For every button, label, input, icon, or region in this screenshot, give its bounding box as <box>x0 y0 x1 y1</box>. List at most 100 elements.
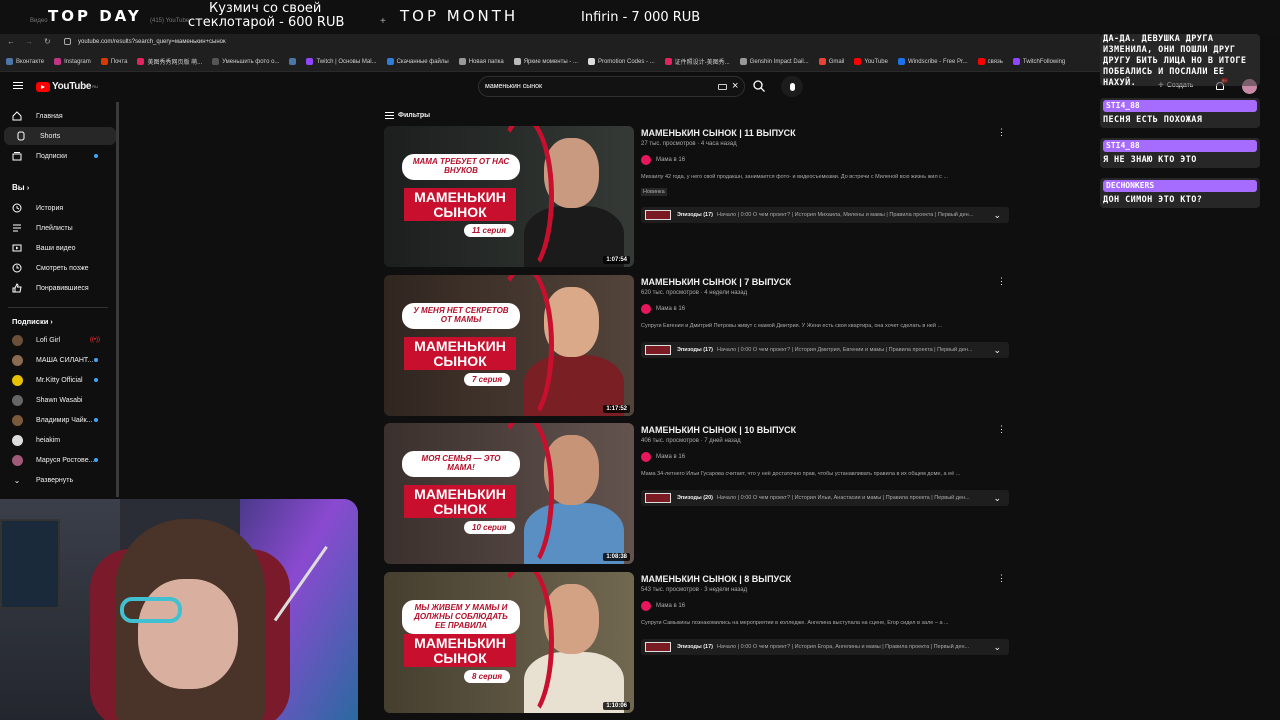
episodes-bar[interactable]: Эпизоды (17) Начало | 0:00 О чем проект?… <box>641 342 1009 358</box>
episodes-bar[interactable]: Эпизоды (17) Начало | 0:00 О чем проект?… <box>641 639 1009 655</box>
expand-subscriptions-button[interactable]: ⌄ Развернуть <box>0 471 112 489</box>
video-title[interactable]: МАМЕНЬКИН СЫНОК | 10 ВЫПУСК <box>641 425 1011 435</box>
bookmark-item[interactable]: Новая папка <box>458 58 504 65</box>
bookmark-favicon-icon <box>100 58 108 65</box>
search-input[interactable]: маменькин сынок <box>485 83 542 90</box>
bookmark-label: Уменьшить фото о... <box>222 58 280 65</box>
sidebar-item[interactable]: МАША СИЛАНТ... <box>0 351 112 369</box>
sidebar-item[interactable]: История <box>0 199 112 217</box>
sidebar-item-label: Главная <box>36 112 63 120</box>
channel-link[interactable]: Мама в 16 <box>641 452 1011 462</box>
sidebar-item[interactable]: Mr.Kitty Official <box>0 371 112 389</box>
video-title[interactable]: МАМЕНЬКИН СЫНОК | 8 ВЫПУСК <box>641 574 1011 584</box>
sidebar-item[interactable]: Shorts <box>4 127 116 145</box>
episodes-bar[interactable]: Эпизоды (20) Начало | 0:00 О чем проект?… <box>641 490 1009 506</box>
sidebar-item[interactable]: Ваши видео <box>0 239 112 257</box>
bookmark-item[interactable]: связь <box>977 58 1003 65</box>
browser-tab[interactable]: Видео <box>30 18 145 30</box>
chevron-right-icon: › <box>50 319 53 326</box>
subscriptions-section-heading[interactable]: Подписки › <box>12 317 53 326</box>
channel-link[interactable]: Мама в 16 <box>641 155 1011 165</box>
bookmark-item[interactable]: 美图秀秀网页版 萌... <box>137 57 202 66</box>
bookmark-item[interactable]: Вконтакте <box>6 58 44 65</box>
sidebar-item[interactable]: Плейлисты <box>0 219 112 237</box>
url-field[interactable]: youtube.com/results?search_query=маменьк… <box>78 39 226 45</box>
more-actions-icon[interactable]: ⋮ <box>997 424 1006 435</box>
playlists-icon <box>11 222 23 234</box>
sidebar-item[interactable]: Смотреть позже <box>0 259 112 277</box>
bookmark-item[interactable]: Genshin Impact Dail... <box>739 58 809 65</box>
episodes-chapters: Начало | 0:00 О чем проект? | История Ми… <box>717 212 974 218</box>
channel-avatar <box>641 304 651 314</box>
sidebar-item[interactable]: Lofi Girl ((•)) <box>0 331 112 349</box>
back-icon[interactable]: ← <box>7 37 15 46</box>
bookmark-label: Вконтакте <box>16 58 45 65</box>
bookmark-label: Почта <box>110 58 128 65</box>
bookmark-item[interactable]: Promotion Codes - ... <box>587 58 655 65</box>
bookmark-item[interactable]: 证件照设计-美图秀... <box>664 57 730 66</box>
video-meta: 543 тыс. просмотров · 3 недели назад <box>641 587 748 593</box>
browser-tab-active[interactable]: (415) YouTube <box>150 18 370 30</box>
channel-link[interactable]: Мама в 16 <box>641 601 1011 611</box>
bookmark-item[interactable]: YouTube <box>854 58 888 65</box>
menu-icon[interactable] <box>13 82 23 89</box>
episodes-bar[interactable]: Эпизоды (17) Начало | 0:00 О чем проект?… <box>641 207 1009 223</box>
video-thumbnail[interactable]: МОЯ СЕМЬЯ — ЭТО МАМА! МАМЕНЬКИН СЫНОК 10… <box>384 423 634 564</box>
bookmark-item[interactable]: Почта <box>100 58 128 65</box>
sidebar-item[interactable]: Главная <box>0 107 112 125</box>
youtube-logo[interactable]: YouTube RU <box>36 81 98 92</box>
bookmark-item[interactable]: Windscribe - Free Pr... <box>897 58 968 65</box>
bookmark-item[interactable] <box>289 58 297 65</box>
video-title[interactable]: МАМЕНЬКИН СЫНОК | 7 ВЫПУСК <box>641 277 1011 287</box>
forward-icon[interactable]: → <box>25 37 33 46</box>
chat-message-text: ДА-ДА. ДЕВУШКА ДРУГА <box>1103 34 1214 44</box>
episode-thumbnail <box>645 345 671 355</box>
voice-search-button[interactable] <box>781 76 803 97</box>
bookmark-item[interactable]: Яркие моменты - ... <box>513 58 578 65</box>
bookmark-item[interactable]: Twitch | Основы Маl... <box>306 58 377 65</box>
you-section-heading[interactable]: Вы › <box>12 183 29 192</box>
search-icon <box>753 80 765 92</box>
youtube-play-icon <box>36 81 50 92</box>
bookmark-item[interactable]: Instagram <box>54 58 91 65</box>
sidebar-item[interactable]: Владимир Чайк... <box>0 411 112 429</box>
tab-title: Видео <box>30 18 48 24</box>
chevron-down-icon: ⌄ <box>993 209 1001 220</box>
bookmarks-bar: Вконтакте Instagram Почта 美图秀秀网页版 萌... Умень… <box>0 52 1100 72</box>
bookmark-item[interactable]: Уменьшить фото о... <box>212 58 279 65</box>
more-actions-icon[interactable]: ⋮ <box>997 276 1006 287</box>
sidebar-item[interactable]: Shawn Wasabi <box>0 391 112 409</box>
bookmark-item[interactable]: Скачанные файлы <box>386 58 449 65</box>
chevron-down-icon: ⌄ <box>993 492 1001 503</box>
bookmark-item[interactable]: TwitchFollowing <box>1012 58 1065 65</box>
video-thumbnail[interactable]: МЫ ЖИВЕМ У МАМЫ И ДОЛЖНЫ СОБЛЮДАТЬ ЕЕ ПР… <box>384 572 634 713</box>
filters-button[interactable]: Фильтры <box>385 112 430 119</box>
new-tab-icon[interactable]: + <box>380 16 386 27</box>
search-button[interactable] <box>752 79 768 95</box>
history-icon <box>11 202 23 214</box>
more-actions-icon[interactable]: ⋮ <box>997 573 1006 584</box>
sidebar-item[interactable]: Подписки <box>0 147 112 165</box>
keyboard-icon[interactable] <box>718 84 727 90</box>
thumbnail-show-title: МАМЕНЬКИН СЫНОК <box>404 485 516 519</box>
reload-icon[interactable]: ↻ <box>44 37 51 46</box>
channel-avatar <box>11 354 23 366</box>
sidebar-item[interactable]: Понравившиеся <box>0 279 112 297</box>
bookmark-favicon-icon <box>458 58 466 65</box>
sidebar-item[interactable]: Маруся Ростове... <box>0 451 112 469</box>
channel-link[interactable]: Мама в 16 <box>641 304 1011 314</box>
site-info-icon[interactable] <box>64 38 71 45</box>
bookmark-favicon-icon <box>1012 58 1020 65</box>
filters-label: Фильтры <box>398 112 431 119</box>
bookmark-item[interactable]: Gmail <box>818 58 844 65</box>
clear-search-icon[interactable]: × <box>732 80 738 92</box>
sidebar-scrollbar[interactable] <box>116 102 119 497</box>
video-thumbnail[interactable]: МАМА ТРЕБУЕТ ОТ НАС ВНУКОВ МАМЕНЬКИН СЫН… <box>384 126 634 267</box>
channel-avatar <box>11 454 23 466</box>
sidebar-item[interactable]: heiakim <box>0 431 112 449</box>
video-thumbnail[interactable]: У МЕНЯ НЕТ СЕКРЕТОВ ОТ МАМЫ МАМЕНЬКИН СЫ… <box>384 275 634 416</box>
sidebar-item-label: Маруся Ростове... <box>36 456 95 464</box>
episodes-count: Эпизоды (20) <box>677 495 713 501</box>
more-actions-icon[interactable]: ⋮ <box>997 127 1006 138</box>
video-title[interactable]: МАМЕНЬКИН СЫНОК | 11 ВЫПУСК <box>641 128 1011 138</box>
